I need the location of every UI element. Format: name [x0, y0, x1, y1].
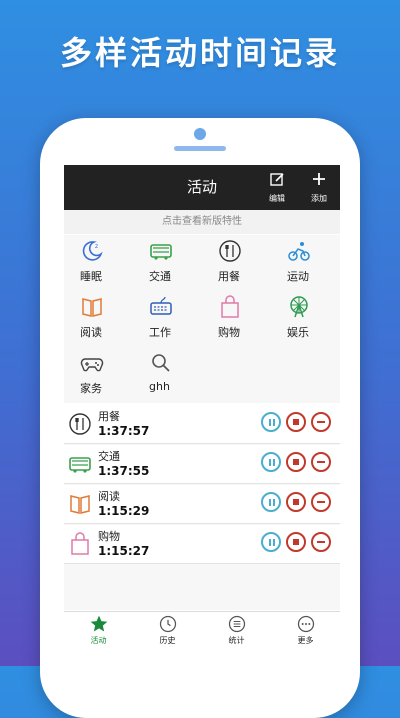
running-item[interactable]: 用餐 1:37:57: [64, 405, 340, 444]
running-item[interactable]: 购物 1:15:27: [64, 525, 340, 564]
stop-button[interactable]: [286, 492, 306, 512]
running-item-name: 阅读: [98, 490, 120, 503]
running-item-time: 1:37:57: [98, 424, 150, 438]
edit-icon: [270, 173, 284, 186]
new-features-notice[interactable]: 点击查看新版特性: [64, 210, 340, 234]
nav-item-activities[interactable]: 活动: [64, 614, 133, 652]
remove-button[interactable]: [311, 532, 331, 552]
star-icon: [90, 615, 107, 632]
more-icon: [297, 615, 314, 633]
nav-item-stats[interactable]: 统计: [202, 614, 271, 652]
pause-button[interactable]: [261, 492, 281, 512]
nav-label: 历史: [159, 636, 176, 645]
activity-transit[interactable]: 交通: [133, 235, 202, 291]
plus-icon: [313, 173, 325, 185]
promo-headline: 多样活动时间记录: [59, 34, 340, 72]
cyclist-icon: [288, 242, 310, 261]
nav-item-history[interactable]: 历史: [133, 614, 202, 652]
activity-label: 用餐: [218, 270, 240, 283]
remove-button[interactable]: [311, 452, 331, 472]
book-icon: [82, 298, 102, 317]
bottom-nav: 活动 历史 统计 更多: [64, 611, 340, 652]
running-item[interactable]: 阅读 1:15:29: [64, 485, 340, 524]
nav-label: 更多: [297, 636, 314, 645]
add-label: 添加: [311, 194, 327, 203]
add-button[interactable]: 添加: [304, 171, 334, 207]
edit-button[interactable]: 编辑: [262, 171, 292, 207]
book-icon: [70, 495, 90, 514]
activity-dining[interactable]: 用餐: [202, 235, 271, 291]
search-icon: [152, 354, 170, 372]
shopping-bag-icon: [221, 295, 239, 318]
clock-icon: [159, 615, 176, 633]
nav-label: 活动: [90, 636, 107, 645]
remove-button[interactable]: [311, 492, 331, 512]
activity-shopping[interactable]: 购物: [202, 291, 271, 347]
running-item-time: 1:15:29: [98, 504, 150, 518]
activity-reading[interactable]: 阅读: [64, 291, 133, 347]
activity-label: 工作: [149, 326, 171, 339]
pause-button[interactable]: [261, 532, 281, 552]
cutlery-icon: [69, 413, 91, 435]
activity-label: 娱乐: [287, 326, 309, 339]
top-bar: 活动 编辑 添加: [64, 165, 340, 210]
running-item-time: 1:15:27: [98, 544, 150, 558]
keyboard-icon: [150, 296, 172, 315]
activity-sport[interactable]: 运动: [271, 235, 340, 291]
gamepad-icon: [80, 358, 104, 372]
activity-sleep[interactable]: z 睡眠: [64, 235, 133, 291]
stop-button[interactable]: [286, 452, 306, 472]
stop-button[interactable]: [286, 532, 306, 552]
activity-grid: z 睡眠 交通 用餐 运动 阅读 工作 购物 娱乐 家务 ghh: [64, 235, 340, 403]
activity-work[interactable]: 工作: [133, 291, 202, 347]
bus-icon: [150, 244, 172, 260]
activity-label: 运动: [287, 270, 309, 283]
activity-housework[interactable]: 家务: [64, 347, 133, 403]
phone-speaker: [174, 146, 226, 151]
running-item-name: 用餐: [98, 410, 120, 423]
edit-label: 编辑: [269, 194, 285, 203]
activity-custom[interactable]: ghh: [133, 347, 202, 403]
running-item-name: 交通: [98, 450, 120, 463]
app-screen: 活动 编辑 添加 点击查看新版特性 z 睡眠 交通 用餐 运动 阅读 工作 购物…: [64, 165, 340, 665]
running-item[interactable]: 交通 1:37:55: [64, 445, 340, 484]
moon-icon: z: [82, 241, 103, 261]
ferris-wheel-icon: [290, 296, 308, 318]
activity-entertainment[interactable]: 娱乐: [271, 291, 340, 347]
activity-label: 睡眠: [80, 270, 102, 283]
shopping-bag-icon: [71, 532, 89, 555]
stop-button[interactable]: [286, 412, 306, 432]
activity-label: 购物: [218, 326, 240, 339]
pause-button[interactable]: [261, 412, 281, 432]
running-item-time: 1:37:55: [98, 464, 150, 478]
pause-button[interactable]: [261, 452, 281, 472]
bus-icon: [69, 457, 91, 473]
activity-label: 家务: [80, 382, 102, 395]
activity-label: 阅读: [80, 326, 102, 339]
cutlery-icon: [219, 240, 241, 262]
nav-item-more[interactable]: 更多: [271, 614, 340, 652]
remove-button[interactable]: [311, 412, 331, 432]
activity-label: ghh: [149, 380, 170, 393]
list-icon: [228, 615, 245, 633]
nav-label: 统计: [228, 636, 245, 645]
svg-text:z: z: [95, 243, 98, 250]
page-title: 活动: [186, 178, 217, 196]
phone-camera: [194, 128, 206, 140]
running-item-name: 购物: [98, 530, 120, 543]
running-list: 用餐 1:37:57 交通 1:37:55 阅读 1:15:29 购物 1:15…: [64, 405, 340, 610]
activity-label: 交通: [149, 270, 171, 283]
